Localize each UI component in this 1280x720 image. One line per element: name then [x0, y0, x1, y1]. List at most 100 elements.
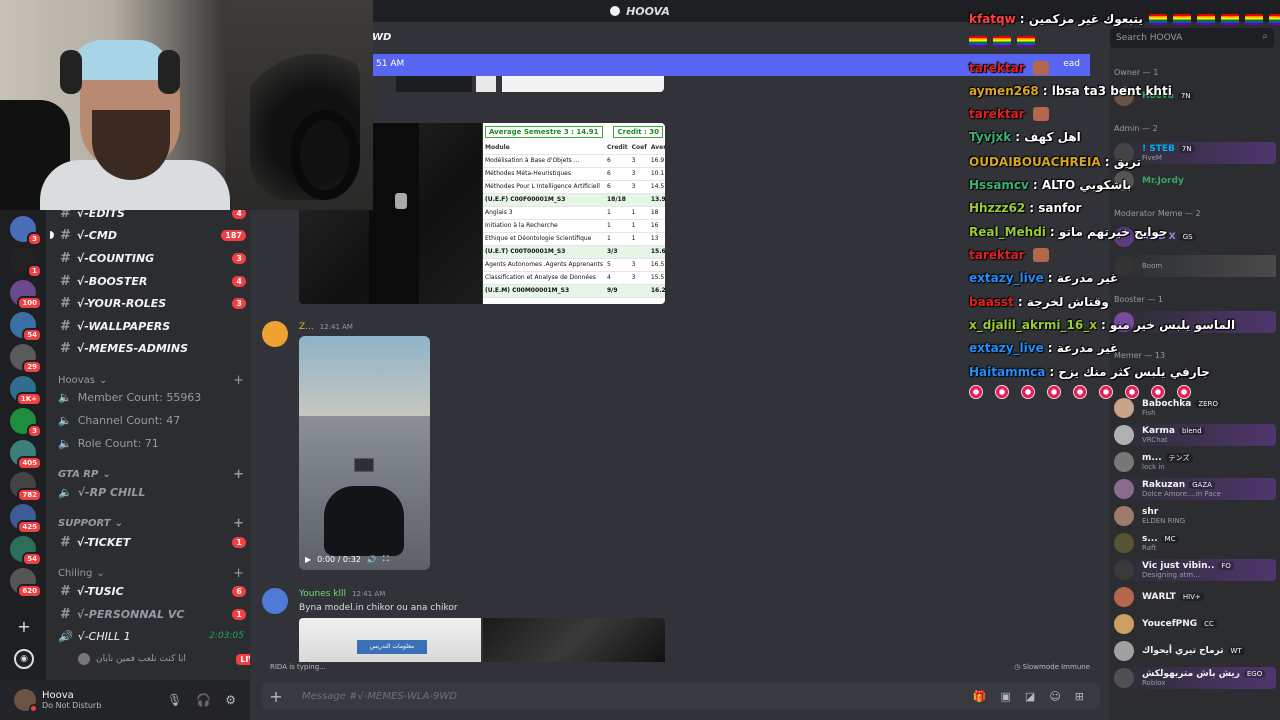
add-server-icon[interactable]: +: [14, 617, 34, 637]
avatar[interactable]: [262, 588, 288, 614]
discover-icon[interactable]: ◉: [14, 649, 34, 669]
chat-username[interactable]: Hssamcv: [969, 178, 1029, 192]
member-item[interactable]: Rakuzan GAZA Dolce Amore....in Pace: [1114, 478, 1276, 500]
avatar[interactable]: [262, 321, 288, 347]
category-support[interactable]: SUPPORT ⌄ +: [58, 516, 244, 531]
table-cell: 16: [648, 219, 665, 233]
chat-username[interactable]: tarektar: [969, 248, 1025, 262]
chat-username[interactable]: tarektar: [969, 107, 1025, 121]
guild-icon[interactable]: 3: [10, 408, 42, 438]
image-attachment[interactable]: [483, 618, 665, 662]
stat-role-count[interactable]: 🔈 Role Count: 71: [58, 434, 244, 452]
chat-username[interactable]: Tyvjxk: [969, 130, 1011, 144]
chat-username[interactable]: Haitammca: [969, 365, 1045, 379]
chat-username[interactable]: extazy_live: [969, 341, 1044, 355]
banner-time: 51 AM: [376, 59, 405, 69]
guild-icon[interactable]: 54: [10, 312, 42, 342]
guild-icon[interactable]: 405: [10, 440, 42, 470]
add-attachment-icon[interactable]: +: [264, 687, 288, 706]
member-item[interactable]: s... MC Raft: [1114, 532, 1276, 554]
member-item[interactable]: Boom: [1114, 255, 1276, 277]
member-item[interactable]: WARLT HIV+: [1114, 586, 1276, 608]
chat-username[interactable]: Hhzzz62: [969, 201, 1025, 215]
table-cell: 3: [629, 154, 649, 168]
apps-icon[interactable]: ⊞: [1075, 690, 1084, 703]
channel-booster[interactable]: # √-BOOSTER 4: [56, 271, 246, 291]
category-chiling[interactable]: Chiling ⌄ +: [58, 566, 244, 581]
guild-icon[interactable]: 620: [10, 568, 42, 598]
image-attachment[interactable]: [372, 76, 664, 92]
voice-rp-chill[interactable]: 🔈 √-RP CHILL: [58, 483, 244, 501]
guild-icon[interactable]: 425: [10, 504, 42, 534]
stat-channel-count[interactable]: 🔈 Channel Count: 47: [58, 411, 244, 429]
gift-icon[interactable]: 🎁: [973, 690, 987, 703]
chat-username[interactable]: x_djalil_akrmi_16_x: [969, 318, 1097, 332]
member-item[interactable]: YoucefPNG CC: [1114, 613, 1276, 635]
add-channel-icon[interactable]: +: [233, 516, 244, 531]
sticker-icon[interactable]: ◪: [1025, 690, 1035, 703]
guild-icon[interactable]: 100: [10, 280, 42, 310]
category-gtarp[interactable]: GTA RP ⌄ +: [58, 467, 244, 482]
message-input[interactable]: [288, 690, 973, 702]
channel-tusic[interactable]: # √-TUSIC 6: [56, 581, 246, 601]
chat-username[interactable]: baasst: [969, 295, 1014, 309]
video-attachment[interactable]: ▶ 0:00 / 0:32 🔊 ⛶: [299, 336, 430, 570]
add-channel-icon[interactable]: +: [233, 373, 244, 388]
guild-badge: 405: [17, 456, 42, 470]
gear-icon[interactable]: ⚙: [225, 693, 236, 707]
chat-username[interactable]: OUDAIBOUACHREIA: [969, 155, 1101, 169]
guild-icon[interactable]: 1: [10, 248, 42, 278]
member-item[interactable]: Karma blend VRChat: [1114, 424, 1276, 446]
voice-chill-1[interactable]: 🔊 √-CHILL 1 2:03:05: [58, 627, 244, 645]
member-item[interactable]: shr ELDEN RING: [1114, 505, 1276, 527]
add-channel-icon[interactable]: +: [233, 566, 244, 581]
volume-icon[interactable]: 🔊: [367, 555, 377, 564]
guild-icon[interactable]: 54: [10, 536, 42, 566]
channel-personal-vc[interactable]: # √-PERSONNAL VC 1: [56, 604, 246, 624]
message-author[interactable]: Younes klll 12:41 AM: [299, 589, 385, 599]
message-author[interactable]: Z... 12:41 AM: [299, 322, 353, 332]
fullscreen-icon[interactable]: ⛶: [383, 554, 389, 564]
member-item[interactable]: m... テンズ lock in: [1114, 451, 1276, 473]
avatar: [1114, 614, 1134, 634]
channel-wallpapers[interactable]: # √-WALLPAPERS: [56, 316, 246, 336]
headphones-icon[interactable]: 🎧: [196, 693, 211, 707]
table-row: Initiation à la Recherche 1 1 16: [483, 219, 665, 233]
chat-username[interactable]: kfatqw: [969, 12, 1016, 26]
chat-username[interactable]: Real_Mehdi: [969, 225, 1046, 239]
chat-username[interactable]: tarektar: [969, 61, 1025, 75]
guild-icon[interactable]: 29: [10, 344, 42, 374]
channel-memes-admins[interactable]: # √-MEMES-ADMINS: [56, 338, 246, 358]
table-row: (U.E.M) C00M00001M_S3 9/9 16.2: [483, 284, 665, 298]
member-item[interactable]: ريش باش متربهولكش EGO Roblox: [1114, 667, 1276, 689]
add-channel-icon[interactable]: +: [233, 467, 244, 482]
stat-member-count[interactable]: 🔈 Member Count: 55963: [58, 388, 244, 406]
channel-counting[interactable]: # √-COUNTING 3: [56, 248, 246, 268]
channel-cmd[interactable]: # √-CMD 187: [50, 225, 246, 245]
chat-username[interactable]: extazy_live: [969, 271, 1044, 285]
play-icon[interactable]: ▶: [305, 555, 311, 564]
channel-ticket[interactable]: # √-TICKET 1: [56, 532, 246, 552]
guild-icon[interactable]: 1K+: [10, 376, 42, 406]
grades-image[interactable]: Average Semestre 3 : 14.91 Credit : 30 Mo…: [483, 123, 665, 304]
category-hoovas[interactable]: Hoovas ⌄ +: [58, 373, 244, 388]
guild-icon[interactable]: 3: [10, 216, 42, 246]
member-item[interactable]: ترماح تيري أيحواك WT: [1114, 640, 1276, 662]
avatar[interactable]: [14, 689, 38, 713]
chat-username[interactable]: aymen268: [969, 84, 1039, 98]
guild-icon[interactable]: 782: [10, 472, 42, 502]
member-item[interactable]: Mr.Jordy: [1114, 170, 1276, 192]
voice-user[interactable]: انا كنت نلعب فمين نايانLIVE: [78, 650, 264, 668]
hash-icon: #: [60, 340, 71, 356]
chat-line: Tyvjxk: اهل كهف: [969, 130, 1081, 144]
chat-line: aymen268: lbsa ta3 bent khti: [969, 84, 1172, 98]
gif-icon[interactable]: ▣: [1001, 690, 1011, 703]
emoji-icon[interactable]: ☺: [1049, 690, 1060, 703]
member-item[interactable]: Vic just vibin.. FO Designing atm...: [1114, 559, 1276, 581]
microphone-icon[interactable]: 🎙: [167, 693, 182, 707]
member-group-booster: Booster — 1: [1114, 295, 1163, 304]
image-attachment[interactable]: معلومات التدريس: [299, 618, 481, 662]
member-item[interactable]: Babochka ZERO Fish: [1114, 397, 1276, 419]
channel-your-roles[interactable]: # √-YOUR-ROLES 3: [56, 293, 246, 313]
search-bar[interactable]: Search HOOVA ⌕: [1110, 28, 1274, 48]
